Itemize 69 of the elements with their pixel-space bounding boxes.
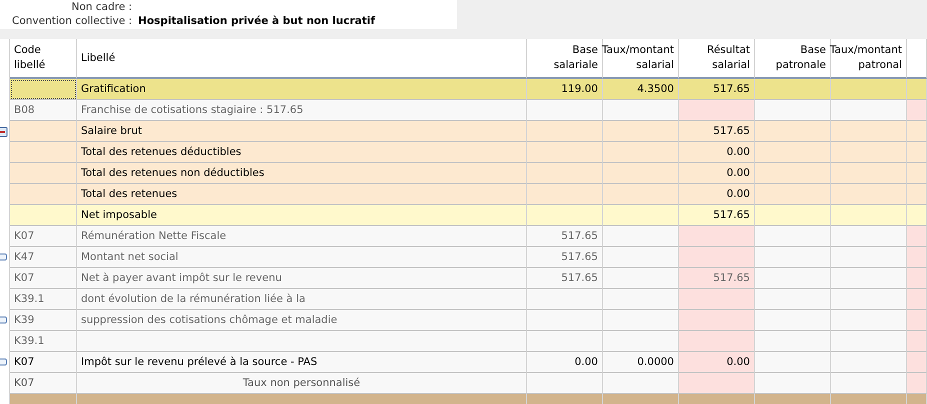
table-cell: 517.65	[679, 268, 755, 289]
table-cell: Impôt sur le revenu prélevé à la source - PAS	[77, 352, 527, 373]
table-cell	[907, 100, 927, 121]
table-cell	[907, 268, 927, 289]
table-cell: 517.65	[679, 121, 755, 142]
table-cell	[907, 184, 927, 205]
table-cell: 0.0000	[603, 352, 679, 373]
table-cell: K39	[10, 310, 77, 331]
comment-icon[interactable]	[0, 358, 7, 367]
table-cell: K47	[10, 247, 77, 268]
table-cell: 0.00	[679, 184, 755, 205]
comment-icon[interactable]	[0, 316, 7, 325]
column-header[interactable]: Base salariale	[527, 39, 603, 79]
table-cell: Salaire brut	[77, 121, 527, 142]
table-cell: 0.00	[527, 352, 603, 373]
table-cell: K07	[10, 226, 77, 247]
table-cell: 517.65	[679, 79, 755, 100]
table-cell	[907, 163, 927, 184]
table-cell	[907, 205, 927, 226]
table-cell: K07	[10, 268, 77, 289]
table-cell	[907, 394, 927, 404]
table-cell	[907, 79, 927, 100]
column-header[interactable]: Résultat salarial	[679, 39, 755, 79]
table-cell	[907, 352, 927, 373]
table-cell: 517.65	[679, 205, 755, 226]
table-cell: dont évolution de la rémunération liée à la	[77, 289, 527, 310]
table-cell	[907, 289, 927, 310]
column-header[interactable]: Libellé	[77, 39, 527, 79]
table-cell: K07	[10, 352, 77, 373]
column-header[interactable]: Taux/montant salarial	[603, 39, 679, 79]
table-cell: Montant net social	[77, 247, 527, 268]
table-cell	[907, 373, 927, 394]
comment-icon[interactable]	[0, 253, 7, 262]
table-cell: Net imposable	[77, 205, 527, 226]
table-cell: 517.65	[527, 268, 603, 289]
table-cell	[907, 121, 927, 142]
table-cell: Taux non personnalisé	[77, 373, 527, 394]
table-cell: B08	[10, 100, 77, 121]
table-cell	[907, 310, 927, 331]
column-header[interactable]: Base patronale	[755, 39, 831, 79]
table-cell: K07	[10, 373, 77, 394]
table-cell: Net à payer avant impôt sur le revenu	[77, 268, 527, 289]
table-cell: Total des retenues	[77, 184, 527, 205]
table-cell	[907, 142, 927, 163]
table-cell: 517.65	[527, 226, 603, 247]
table-cell: 119.00	[527, 79, 603, 100]
collapse-icon[interactable]	[0, 126, 8, 136]
column-header[interactable]: Code libellé	[10, 39, 77, 79]
table-cell: 0.00	[679, 163, 755, 184]
table-cell: 517.65	[527, 247, 603, 268]
table-cell: K39.1	[10, 289, 77, 310]
table-cell: 0.00	[679, 352, 755, 373]
table-cell: Total des retenues déductibles	[77, 142, 527, 163]
field-value: Hospitalisation privée à but non lucratif	[138, 15, 376, 28]
table-cell: 4.3500	[603, 79, 679, 100]
column-header[interactable]	[907, 39, 927, 79]
table-cell: Gratification	[77, 79, 527, 100]
field-label: Convention collective :	[12, 15, 132, 28]
table-cell: suppression des cotisations chômage et maladie	[77, 310, 527, 331]
table-cell: 0.00	[679, 142, 755, 163]
table-cell	[907, 247, 927, 268]
table-cell: Franchise de cotisations stagiaire : 517.65	[77, 100, 527, 121]
column-header[interactable]: Taux/montant patronal	[831, 39, 907, 79]
table-cell	[907, 226, 927, 247]
table-cell: Total des retenues non déductibles	[77, 163, 527, 184]
table-cell: Rémunération Nette Fiscale	[77, 226, 527, 247]
field-label: Non cadre :	[71, 1, 132, 14]
table-cell: K39.1	[10, 331, 77, 352]
table-cell	[907, 331, 927, 352]
